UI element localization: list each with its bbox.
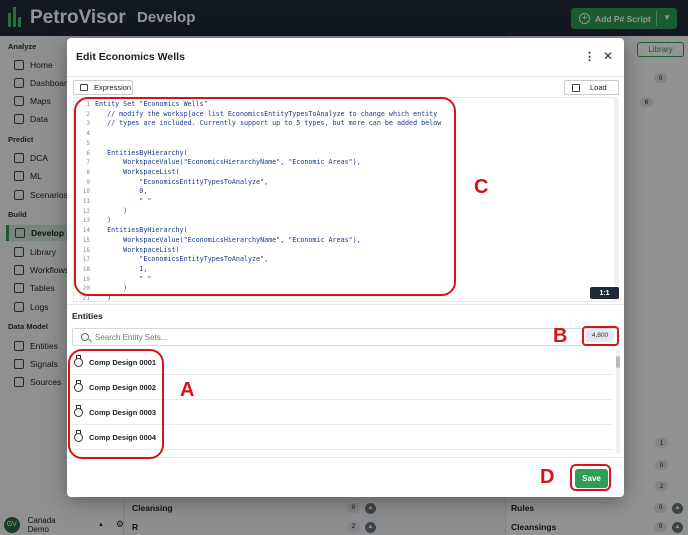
search-icon: [81, 333, 89, 341]
copy-icon: [572, 83, 580, 92]
list-scroll-thumb[interactable]: [616, 356, 620, 368]
annotation-label-b: B: [553, 325, 568, 347]
dialog-title: Edit Economics Wells: [76, 51, 185, 63]
load-button[interactable]: Load: [564, 80, 619, 95]
zoom-badge[interactable]: 1:1: [590, 287, 619, 299]
annotation-label-c: C: [474, 176, 489, 198]
annotation-label-a: A: [180, 379, 195, 401]
entity-search[interactable]: [72, 328, 618, 346]
entities-heading: Entities: [72, 311, 103, 321]
annotation-box-d: [570, 464, 611, 491]
tab-expression[interactable]: Expression: [73, 80, 133, 95]
annotation-label-d: D: [540, 466, 555, 488]
editor-scrollbar[interactable]: [614, 97, 619, 302]
expression-icon: [80, 84, 88, 91]
more-options-icon[interactable]: ⋮: [584, 50, 595, 64]
annotation-box-a: [68, 349, 164, 459]
search-input[interactable]: [95, 332, 515, 342]
annotation-box-b: [582, 326, 619, 346]
close-icon[interactable]: ✕: [602, 49, 614, 63]
line-number: 21: [82, 295, 90, 302]
annotation-box-c: [74, 97, 456, 296]
